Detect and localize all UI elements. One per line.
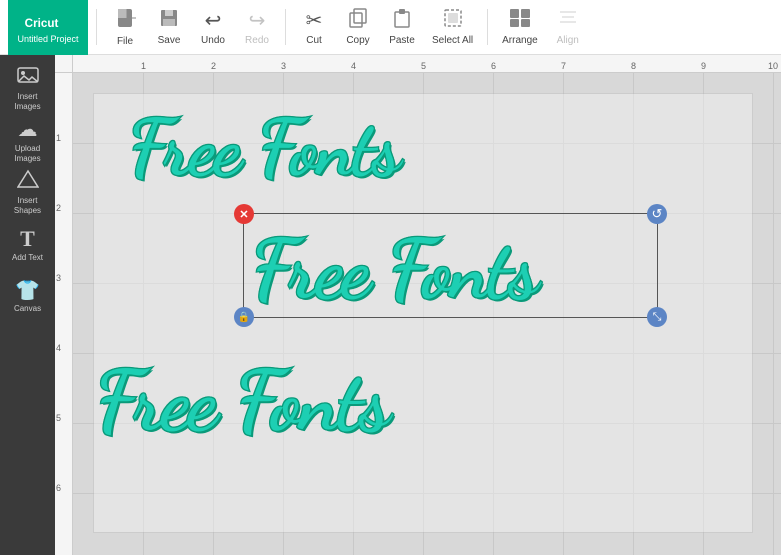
sidebar-item-text[interactable]: T Add Text	[3, 219, 53, 269]
divider-2	[285, 9, 286, 45]
project-name: Untitled Project	[17, 34, 78, 44]
upload-label: UploadImages	[14, 144, 40, 163]
ruler-tick-v3: 3	[56, 273, 61, 283]
ruler-tick-5: 5	[421, 61, 426, 71]
redo-icon: ↪	[249, 8, 266, 33]
select-all-label: Select All	[432, 35, 473, 46]
paste-label: Paste	[389, 35, 415, 46]
sidebar-item-upload[interactable]: ☁ UploadImages	[3, 115, 53, 165]
selectall-svg	[443, 8, 463, 28]
canvas-icon: 👕	[15, 278, 40, 303]
text-element-1[interactable]: Free Fonts	[128, 101, 399, 195]
arrange-svg	[509, 8, 531, 28]
copy-icon	[348, 8, 368, 33]
upload-icon: ☁	[18, 117, 38, 142]
svg-text:Cricut: Cricut	[25, 17, 59, 30]
ruler-tick-1: 1	[141, 61, 146, 71]
ruler-tick-v4: 4	[56, 343, 61, 353]
cut-button[interactable]: ✂ Cut	[294, 2, 334, 52]
ruler-top: 1 2 3 4 5 6 7 8 9 10	[73, 55, 781, 73]
ruler-tick-v1: 1	[56, 133, 61, 143]
undo-label: Undo	[201, 35, 225, 46]
ruler-tick-6: 6	[491, 61, 496, 71]
shapes-label: InsertShapes	[14, 196, 41, 215]
sidebar: InsertImages ☁ UploadImages InsertShapes…	[0, 55, 55, 555]
img-svg	[17, 65, 39, 85]
redo-label: Redo	[245, 35, 269, 46]
arrange-button[interactable]: Arrange	[496, 2, 544, 52]
align-button[interactable]: Align	[548, 2, 588, 52]
ruler-tick-10: 10	[768, 61, 778, 71]
sidebar-item-canvas[interactable]: 👕 Canvas	[3, 271, 53, 321]
paste-button[interactable]: Paste	[382, 2, 422, 52]
shapes-svg	[17, 169, 39, 189]
arrange-label: Arrange	[502, 35, 538, 46]
corner-box	[55, 55, 73, 73]
file-svg	[114, 7, 136, 29]
topbar: Cricut Untitled Project File Save ↩ Und	[0, 0, 781, 55]
canvas[interactable]: Free Fonts Free Fonts ✕ ↺ 🔒 ⤡ Free Fonts	[73, 73, 781, 555]
text-element-3[interactable]: Free Fonts	[95, 351, 388, 452]
save-icon	[159, 8, 179, 33]
align-svg	[558, 8, 578, 28]
ruler-tick-4: 4	[351, 61, 356, 71]
grid-v-10	[773, 73, 774, 555]
align-icon	[558, 8, 578, 33]
text-label: Add Text	[12, 254, 43, 263]
copy-button[interactable]: Copy	[338, 2, 378, 52]
sidebar-item-images[interactable]: InsertImages	[3, 63, 53, 113]
images-label: InsertImages	[14, 92, 40, 111]
logo-area: Cricut Untitled Project	[8, 0, 88, 55]
ruler-tick-v2: 2	[56, 203, 61, 213]
save-button[interactable]: Save	[149, 2, 189, 52]
ruler-left: 1 2 3 4 5 6	[55, 73, 73, 555]
cut-label: Cut	[306, 35, 322, 46]
file-label: File	[117, 36, 133, 47]
redo-button[interactable]: ↪ Redo	[237, 2, 277, 52]
select-all-icon	[443, 8, 463, 33]
ruler-top-inner: 1 2 3 4 5 6 7 8 9 10	[73, 55, 781, 72]
ruler-tick-v5: 5	[56, 413, 61, 423]
divider-1	[96, 9, 97, 45]
copy-label: Copy	[346, 35, 369, 46]
ruler-tick-3: 3	[281, 61, 286, 71]
select-all-button[interactable]: Select All	[426, 2, 479, 52]
file-button[interactable]: File	[105, 2, 145, 52]
paste-svg	[392, 8, 412, 28]
ruler-tick-9: 9	[701, 61, 706, 71]
file-icon	[114, 7, 136, 34]
canvas-label: Canvas	[14, 305, 41, 314]
ruler-tick-v6: 6	[56, 483, 61, 493]
shapes-icon	[17, 169, 39, 194]
arrange-icon	[509, 8, 531, 33]
ruler-tick-2: 2	[211, 61, 216, 71]
copy-svg	[348, 8, 368, 28]
divider-3	[487, 9, 488, 45]
undo-icon: ↩	[205, 8, 222, 33]
cut-icon: ✂	[306, 8, 323, 33]
undo-button[interactable]: ↩ Undo	[193, 2, 233, 52]
main-area: 1 2 3 4 5 6 7 8 9 10 1 2 3 4 5 6	[55, 55, 781, 555]
cricut-logo: Cricut	[23, 11, 73, 33]
save-label: Save	[158, 35, 181, 46]
ruler-tick-8: 8	[631, 61, 636, 71]
ruler-tick-7: 7	[561, 61, 566, 71]
paste-icon	[392, 8, 412, 33]
save-svg	[159, 8, 179, 28]
align-label: Align	[557, 35, 579, 46]
images-icon	[17, 65, 39, 90]
text-element-2[interactable]: Free Fonts	[251, 221, 536, 319]
text-icon: T	[20, 226, 35, 252]
sidebar-item-shapes[interactable]: InsertShapes	[3, 167, 53, 217]
